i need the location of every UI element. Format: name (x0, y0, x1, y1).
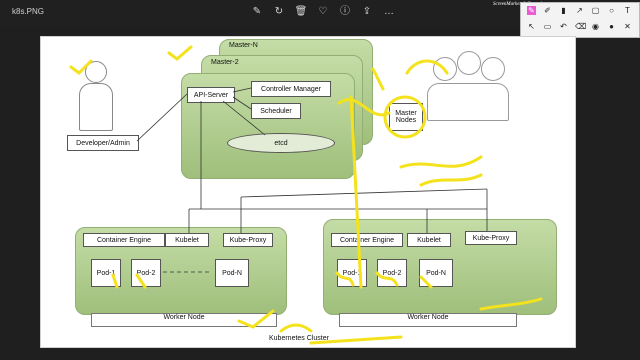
clear-icon[interactable]: ⌫ (575, 22, 586, 31)
ink-stroke-1 (371, 67, 385, 91)
arrow-icon[interactable]: ↗ (575, 6, 584, 15)
recorder-toolbar: ✎ ✐ ▮ ↗ ▢ ○ T ↖ ▭ ↶ ⌫ ◉ ● ✕ (520, 2, 640, 38)
viewer-toolbar: ✎ ↻ 🗑 ♡ ⓘ ⇪ … (250, 5, 396, 19)
ink-pod2 (135, 273, 147, 289)
ink-control (399, 155, 483, 169)
heart-icon[interactable]: ♡ (316, 5, 330, 19)
camera-icon[interactable]: ◉ (591, 22, 600, 31)
pointer-icon[interactable]: ↖ (527, 22, 536, 31)
rotate-icon[interactable]: ↻ (272, 5, 286, 19)
window-titlebar: k8s.PNG ✎ ↻ 🗑 ♡ ⓘ ⇪ … ScreenMarker & Rec… (0, 0, 640, 38)
diagram-canvas: Master-N Master-2 API-Server Controller … (40, 36, 576, 348)
ink-n-eq-4 (405, 59, 449, 75)
ink-pod-w2-3 (419, 275, 433, 289)
ink-vertical (349, 95, 363, 289)
ink-arrow-to-master (337, 98, 391, 117)
board-icon[interactable]: ▭ (543, 22, 552, 31)
delete-icon[interactable]: 🗑 (294, 5, 308, 19)
record-icon[interactable]: ● (607, 22, 616, 31)
ink-annotations (69, 45, 543, 345)
pen-icon[interactable]: ✎ (527, 6, 536, 15)
ink-underline (309, 335, 403, 345)
ink-check-1 (167, 45, 193, 61)
file-name: k8s.PNG (12, 7, 45, 16)
close-icon[interactable]: ✕ (623, 22, 632, 31)
marker-icon[interactable]: ✐ (543, 6, 552, 15)
ink-pod-w2-2 (375, 271, 399, 287)
highlighter-icon[interactable]: ▮ (559, 6, 568, 15)
undo-icon[interactable]: ↶ (559, 22, 568, 31)
ink-check-2 (69, 59, 93, 75)
more-icon[interactable]: … (382, 5, 396, 19)
edit-image-icon[interactable]: ✎ (250, 5, 264, 19)
share-icon[interactable]: ⇪ (360, 5, 374, 19)
ink-check-3 (237, 309, 275, 329)
circle-icon[interactable]: ○ (607, 6, 616, 15)
ink-plan (419, 173, 483, 187)
ink-node (479, 297, 543, 311)
ink-pod1 (111, 273, 119, 289)
text-icon[interactable]: T (623, 6, 632, 15)
ink-pod-w2-1 (335, 271, 355, 287)
ink-circle-master (383, 95, 427, 139)
rectangle-icon[interactable]: ▢ (591, 6, 600, 15)
ink-c-eq-3 (279, 323, 313, 333)
info-icon[interactable]: ⓘ (338, 5, 352, 19)
